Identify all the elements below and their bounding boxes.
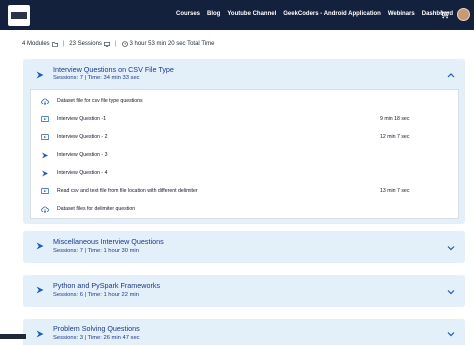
session-row[interactable]: Interview Question - 2 12 min 7 sec: [41, 132, 451, 143]
module-subtitle: Sessions: 6 | Time: 1 hour 22 min: [53, 292, 139, 298]
chevron-right-icon: [42, 170, 48, 177]
nav-link-courses[interactable]: Courses: [176, 11, 200, 17]
session-row[interactable]: Interview Question -1 9 min 18 sec: [41, 114, 451, 125]
course-meta: 4 Modules | 23 Sessions | 3 hour 53 min …: [22, 41, 215, 47]
nav-link-youtube[interactable]: Youtube Channel: [227, 11, 276, 17]
session-row[interactable]: Read csv and text file from file locatio…: [41, 186, 451, 197]
total-time: 3 hour 53 min 20 sec Total Time: [129, 41, 215, 47]
chevron-right-icon: [36, 286, 44, 294]
session-list: Dataset file for csv file type questions…: [30, 89, 459, 219]
module-subtitle: Sessions: 3 | Time: 26 min 47 sec: [53, 335, 140, 341]
session-title: Dataset file for csv file type questions: [57, 98, 143, 104]
sessions-count: 23 Sessions: [69, 41, 102, 47]
module-card-problem-solving[interactable]: Problem Solving Questions Sessions: 3 | …: [23, 319, 465, 345]
module-title: Interview Questions on CSV File Type: [53, 65, 174, 74]
session-title: Interview Question - 2: [57, 134, 108, 140]
video-icon: [41, 116, 49, 122]
nav-link-webinars[interactable]: Webinars: [388, 11, 415, 17]
module-subtitle: Sessions: 7 | Time: 34 min 33 sec: [53, 75, 140, 81]
module-title: Python and PySpark Frameworks: [53, 281, 161, 290]
monitor-icon: [104, 41, 110, 47]
chevron-down-icon[interactable]: [447, 245, 455, 251]
nav-link-android-app[interactable]: GeekCoders - Android Application: [283, 11, 381, 17]
user-avatar[interactable]: [457, 8, 470, 21]
top-navbar: Courses Blog Youtube Channel GeekCoders …: [0, 0, 474, 30]
chevron-right-icon: [36, 330, 44, 338]
video-icon: [41, 134, 49, 140]
session-row[interactable]: Interview Question - 4: [41, 168, 451, 179]
nav-links: Courses Blog Youtube Channel GeekCoders …: [176, 11, 460, 17]
module-card-python[interactable]: Python and PySpark Frameworks Sessions: …: [23, 275, 465, 307]
session-row[interactable]: Interview Question - 3: [41, 150, 451, 161]
nav-link-blog[interactable]: Blog: [207, 11, 220, 17]
chevron-down-icon[interactable]: [447, 331, 455, 337]
folder-icon: [51, 41, 58, 47]
cloud-download-icon: [41, 98, 49, 105]
module-title: Problem Solving Questions: [53, 324, 140, 333]
site-logo[interactable]: [8, 5, 30, 26]
module-card-misc[interactable]: Miscellaneous Interview Questions Sessio…: [23, 231, 465, 263]
session-duration: 12 min 7 sec: [380, 134, 410, 140]
cloud-download-icon: [41, 206, 49, 213]
page-edge-bar: [0, 334, 26, 339]
session-title: Dataset files for delimiter question: [57, 206, 136, 212]
session-title: Interview Question - 4: [57, 170, 108, 176]
chevron-right-icon: [42, 152, 48, 159]
chevron-right-icon: [36, 71, 44, 79]
session-duration: 13 min 7 sec: [380, 188, 410, 194]
module-title: Miscellaneous Interview Questions: [53, 237, 164, 246]
chevron-down-icon[interactable]: [447, 289, 455, 295]
session-row[interactable]: Dataset files for delimiter question: [41, 204, 451, 215]
clock-icon: [121, 41, 128, 47]
session-title: Read csv and text file from file locatio…: [57, 188, 198, 194]
chevron-right-icon: [36, 242, 44, 250]
video-icon: [41, 188, 49, 194]
module-subtitle: Sessions: 7 | Time: 1 hour 30 min: [53, 248, 139, 254]
chevron-up-icon[interactable]: [447, 72, 455, 78]
session-title: Interview Question -1: [57, 116, 107, 122]
page: Courses Blog Youtube Channel GeekCoders …: [0, 0, 474, 345]
cart-icon[interactable]: [440, 10, 449, 19]
session-duration: 9 min 18 sec: [380, 116, 410, 122]
session-row[interactable]: Dataset file for csv file type questions: [41, 96, 451, 107]
modules-count: 4 Modules: [22, 41, 50, 47]
session-title: Interview Question - 3: [57, 152, 108, 158]
